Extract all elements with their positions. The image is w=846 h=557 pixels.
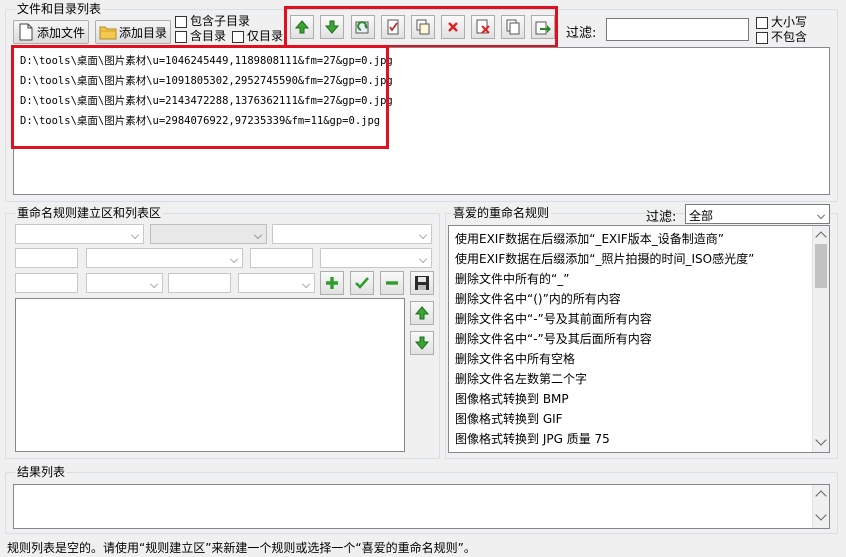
rule-move-down-button[interactable] (410, 331, 434, 355)
plus-icon (326, 277, 338, 289)
rule-param-input-1[interactable] (15, 248, 78, 268)
save-rule-button[interactable] (410, 271, 434, 295)
file-filter-input[interactable] (606, 18, 749, 41)
delete-icon (448, 22, 458, 32)
refresh-button[interactable] (351, 15, 375, 39)
minus-icon (386, 281, 398, 285)
include-subdir-checkbox[interactable]: 包含子目录 (175, 15, 250, 28)
only-dir-box[interactable] (232, 30, 244, 43)
add-file-label: 添加文件 (37, 25, 86, 40)
rule-panel-title: 重命名规则建立区和列表区 (15, 206, 164, 220)
list-item[interactable]: 删除文件名中“-”号及其前面所有内容 (455, 310, 652, 327)
list-item[interactable]: 删除文件名中“()”内的所有内容 (455, 290, 621, 307)
list-item[interactable]: 删除文件名中所有空格 (455, 350, 575, 367)
case-label: 大小写 (771, 15, 808, 29)
fav-scrollbar[interactable] (812, 226, 829, 452)
scroll-up-arrow-icon[interactable] (815, 231, 827, 243)
rule-param-select-1[interactable] (86, 248, 243, 268)
rule-type-select[interactable] (15, 224, 144, 244)
result-list[interactable] (13, 484, 830, 529)
file-icon (19, 23, 33, 41)
document-icon (506, 19, 520, 35)
confirm-rule-button[interactable] (350, 271, 374, 295)
rule-subtype-select (150, 224, 267, 244)
list-item[interactable]: 使用EXIF数据在后缀添加“_照片拍摄的时间_ISO感光度” (455, 250, 754, 267)
rule-param-select-4[interactable] (238, 273, 315, 293)
fav-filter-select[interactable]: 全部 (685, 204, 830, 224)
case-box[interactable] (756, 16, 768, 29)
file-panel-title: 文件和目录列表 (15, 2, 104, 16)
rule-move-up-button[interactable] (410, 301, 434, 325)
check-doc-button[interactable] (381, 15, 405, 39)
add-dir-button[interactable]: 添加目录 (95, 20, 171, 44)
rule-param-select-3[interactable] (86, 273, 163, 293)
arrow-down-icon (324, 20, 340, 34)
list-item[interactable]: 图像格式转换到 JPG 质量 75 (455, 430, 610, 447)
arrow-up-icon (414, 306, 430, 320)
export-button[interactable] (531, 15, 555, 39)
include-dir-label: 含目录 (190, 29, 227, 43)
file-list-highlight (11, 45, 389, 149)
list-item[interactable]: 删除文件名左数第二个字 (455, 370, 587, 387)
file-filter-label: 过滤: (566, 26, 597, 41)
document-button[interactable] (501, 15, 525, 39)
result-scrollbar[interactable] (812, 485, 829, 528)
fav-filter-value: 全部 (689, 209, 714, 223)
list-item[interactable]: 删除文件中所有的“_” (455, 270, 569, 287)
list-item[interactable]: 图像格式转换到 BMP (455, 390, 569, 407)
arrow-up-icon (294, 20, 310, 34)
status-bar: 规则列表是空的。请使用“规则建立区”来新建一个规则或选择一个“喜爱的重命名规则”… (0, 538, 846, 557)
save-icon (415, 276, 429, 290)
add-file-button[interactable]: 添加文件 (13, 20, 89, 44)
check-icon (355, 277, 369, 289)
clear-icon (476, 19, 490, 34)
only-dir-label: 仅目录 (247, 29, 284, 43)
exclude-checkbox[interactable]: 不包含 (756, 31, 807, 44)
scroll-thumb[interactable] (815, 244, 827, 288)
rule-param-input-3[interactable] (15, 273, 78, 293)
exclude-box[interactable] (756, 31, 768, 44)
result-panel-title: 结果列表 (15, 465, 68, 479)
delete-button[interactable] (441, 15, 465, 39)
folder-icon (99, 26, 117, 40)
copy-button[interactable] (411, 15, 435, 39)
list-item[interactable]: 使用EXIF数据在后缀添加“_EXIF版本_设备制造商” (455, 230, 724, 247)
scroll-down-arrow-icon[interactable] (815, 434, 827, 446)
refresh-icon (355, 21, 369, 34)
arrow-down-icon (414, 336, 430, 350)
fav-rule-list[interactable]: 使用EXIF数据在后缀添加“_EXIF版本_设备制造商” 使用EXIF数据在后缀… (448, 225, 830, 453)
remove-rule-button[interactable] (380, 271, 404, 295)
status-text: 规则列表是空的。请使用“规则建立区”来新建一个规则或选择一个“喜爱的重命名规则”… (7, 541, 476, 555)
copy-icon (416, 19, 430, 35)
case-checkbox[interactable]: 大小写 (756, 16, 807, 29)
clear-button[interactable] (471, 15, 495, 39)
add-rule-button[interactable] (320, 271, 344, 295)
fav-panel-title: 喜爱的重命名规则 (451, 206, 552, 220)
exclude-label: 不包含 (771, 30, 808, 44)
include-subdir-box[interactable] (175, 15, 187, 28)
include-subdir-label: 包含子目录 (190, 14, 251, 28)
only-dir-checkbox[interactable]: 仅目录 (232, 30, 283, 43)
rule-param-select-2[interactable] (320, 248, 432, 268)
move-up-button[interactable] (290, 15, 314, 39)
rule-param-input-2[interactable] (250, 248, 313, 268)
check-doc-icon (387, 19, 399, 35)
list-item[interactable]: 删除文件名中“-”号及其后面所有内容 (455, 330, 652, 347)
scroll-down-arrow-icon[interactable] (815, 509, 827, 521)
list-item[interactable]: 图像格式转换到 GIF (455, 410, 563, 427)
fav-filter-label: 过滤: (646, 210, 677, 225)
include-dir-checkbox[interactable]: 含目录 (175, 30, 226, 43)
export-icon (535, 21, 551, 35)
rule-option-select[interactable] (272, 224, 432, 244)
scroll-up-arrow-icon[interactable] (815, 490, 827, 502)
add-dir-label: 添加目录 (119, 25, 168, 40)
rule-param-input-4[interactable] (168, 273, 231, 293)
include-dir-box[interactable] (175, 30, 187, 43)
rule-list[interactable] (15, 298, 405, 452)
move-down-button[interactable] (320, 15, 344, 39)
